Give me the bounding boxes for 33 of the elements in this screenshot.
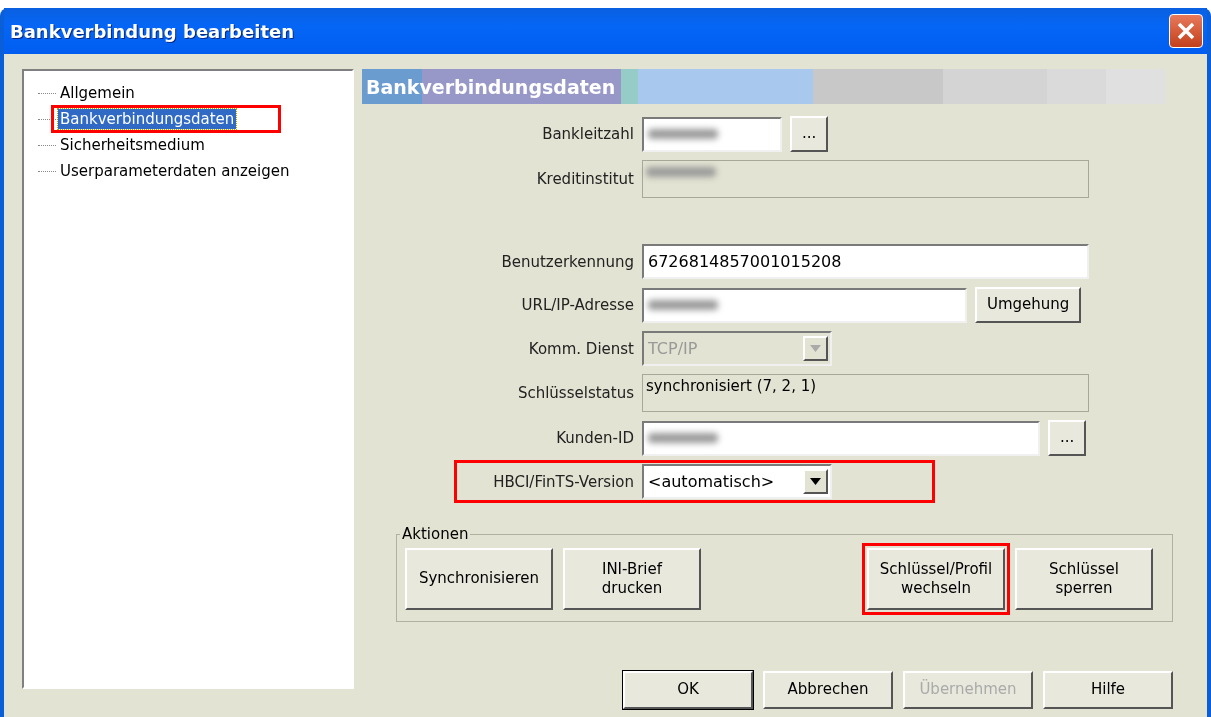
action-button[interactable]: INI-Brief drucken — [563, 548, 701, 610]
dropdown[interactable]: <automatisch> — [642, 464, 832, 499]
dialog-button[interactable]: OK — [623, 671, 753, 709]
section-title: Bankverbindungsdaten — [362, 69, 622, 104]
input-field[interactable] — [642, 116, 782, 152]
readonly-field: synchronisiert (7, 2, 1) — [642, 374, 1089, 412]
window-title: Bankverbindung bearbeiten — [10, 20, 294, 42]
tree-item[interactable]: Allgemein — [58, 83, 137, 103]
field-button[interactable]: ... — [790, 116, 829, 152]
field-label: Komm. Dienst — [527, 339, 634, 358]
field-button[interactable]: Umgehung — [975, 287, 1082, 323]
action-button[interactable]: Schlüssel/Profil wechseln — [867, 548, 1005, 610]
close-button[interactable] — [1169, 14, 1203, 48]
field-label: URL/IP-Adresse — [520, 296, 634, 314]
dialog-button[interactable]: Abbrechen — [763, 671, 893, 709]
action-button[interactable]: Synchronisieren — [405, 548, 553, 610]
tree-item[interactable]: Sicherheitsmedium — [58, 135, 207, 155]
tree-item[interactable]: Bankverbindungsdaten — [58, 109, 237, 129]
dialog-button[interactable]: Hilfe — [1043, 671, 1173, 709]
tree-item[interactable]: Userparameterdaten anzeigen — [58, 161, 292, 181]
input-field[interactable] — [642, 287, 967, 323]
group-title: Aktionen — [401, 525, 470, 543]
close-icon — [1176, 21, 1196, 41]
field-label: Schlüsselstatus — [516, 384, 634, 402]
field-label: HBCI/FinTS-Version — [492, 472, 634, 491]
field-label: Kunden-ID — [555, 429, 634, 447]
field-label: Kreditinstitut — [535, 170, 634, 188]
field-label: Bankleitzahl — [541, 125, 634, 143]
input-field[interactable]: 6726814857001015208 — [642, 244, 1089, 279]
input-field[interactable] — [642, 420, 1040, 456]
field-label: Benutzerkennung — [500, 252, 634, 271]
action-button[interactable]: Schlüssel sperren — [1015, 548, 1153, 610]
field-button[interactable]: ... — [1048, 420, 1087, 456]
